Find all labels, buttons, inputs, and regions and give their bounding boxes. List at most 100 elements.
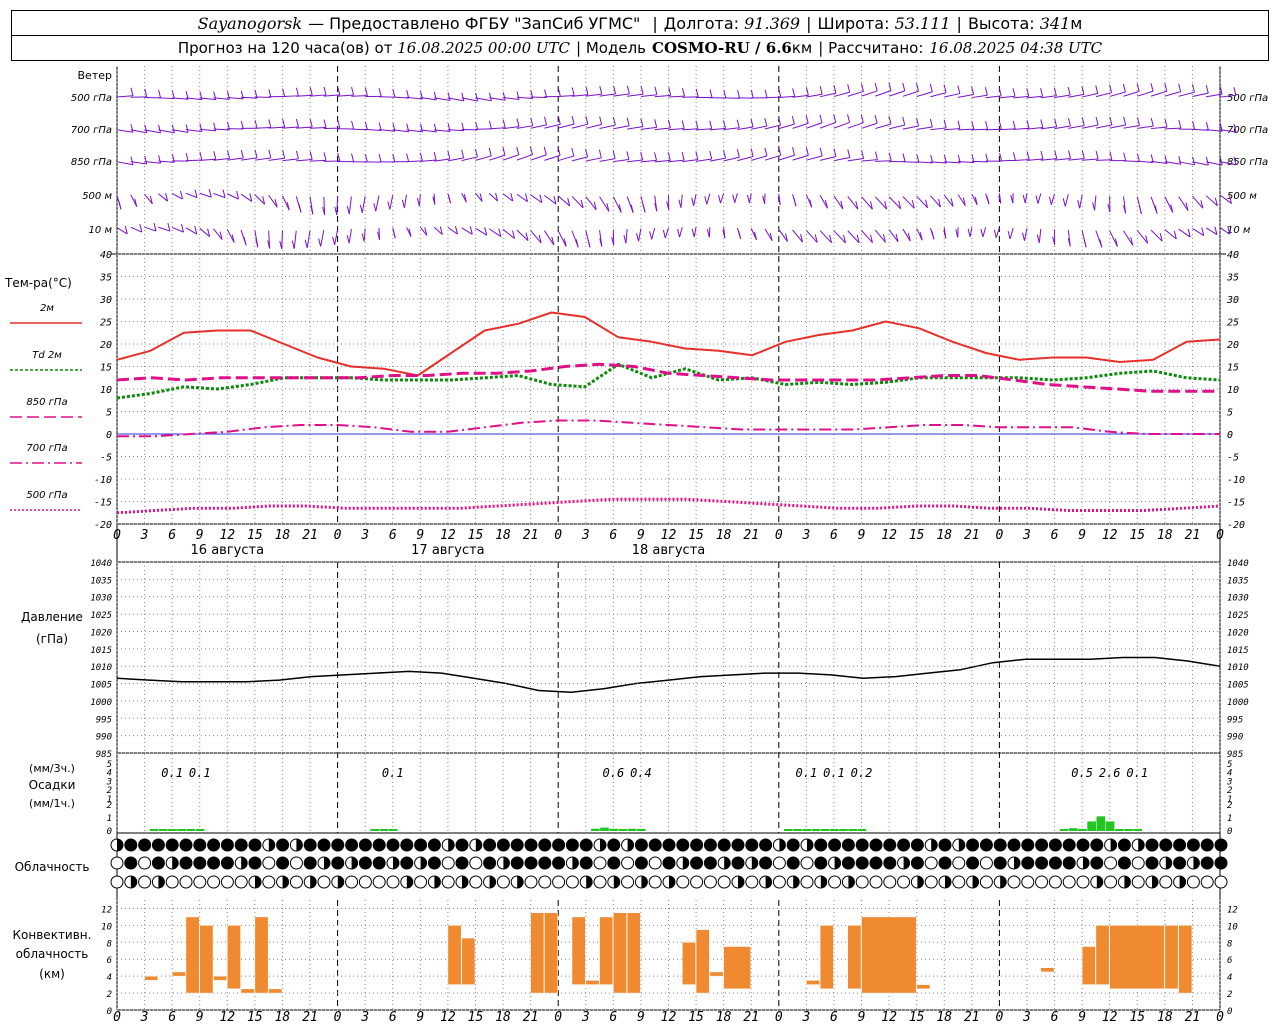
wind-barb-feather	[1026, 88, 1030, 97]
cloud-cover-icon	[814, 856, 828, 870]
hour-label-bottom: 0	[775, 1010, 783, 1024]
hour-label-bottom: 9	[416, 1010, 424, 1024]
wind-barb-feather	[819, 114, 823, 123]
cloud-cover-icon	[731, 838, 745, 852]
conv-cloud-bar	[240, 988, 255, 994]
wind-barb-feather	[530, 117, 534, 126]
cloud-cover-fill	[255, 876, 261, 888]
wind-title: Ветер	[78, 69, 112, 82]
wind-barb-shaft	[875, 160, 892, 162]
wind-barb-shaft	[706, 193, 711, 205]
wind-barb-feather	[738, 230, 742, 239]
cloud-cover-icon	[372, 856, 386, 870]
cloud-cover-icon	[1090, 838, 1104, 852]
cloud-cover-icon	[1021, 838, 1035, 852]
precip-tick-1h: 1	[107, 814, 112, 824]
temp-ytick-right: 40	[1227, 250, 1239, 261]
wind-barb-feather	[447, 92, 451, 101]
temp-title: Тем-ра(°C)	[4, 276, 72, 290]
hour-label-top: 12	[219, 528, 235, 543]
wind-barb-feather	[474, 148, 478, 157]
cloud-cover-icon	[938, 856, 952, 870]
wind-barb-feather	[847, 84, 851, 93]
precip-bar	[636, 829, 646, 831]
cloud-cover-icon	[151, 838, 165, 852]
wind-barb-shaft	[516, 154, 533, 161]
hour-label-top: 6	[168, 528, 176, 543]
wind-barb-feather	[662, 229, 666, 239]
hour-label-bottom: 12	[219, 1010, 235, 1024]
wind-barb-feather	[1205, 84, 1209, 94]
wind-barb-shaft	[1123, 90, 1140, 97]
wind-barb-shaft	[888, 124, 905, 130]
wind-level-label-right: 700 гПа	[1227, 125, 1268, 136]
hour-label-top: 15	[909, 528, 925, 543]
day-label: 17 августа	[411, 543, 485, 558]
wind-barb-feather	[295, 118, 299, 128]
wind-barb-feather	[681, 88, 685, 97]
wind-barb-shaft	[764, 96, 781, 99]
precip-bar	[177, 829, 187, 831]
pressure-ytick-left: 1035	[90, 576, 112, 586]
wind-barb-feather	[1178, 83, 1182, 92]
hour-label-bottom: 0	[995, 1010, 1003, 1024]
wind-barb-shaft	[833, 121, 850, 129]
precip-bar	[1059, 829, 1069, 831]
cloud-cover-fill	[600, 839, 606, 851]
wind-barb-shaft	[144, 226, 157, 232]
cloud-cover-fill	[268, 839, 275, 851]
cloud-cover-icon	[703, 838, 717, 852]
wind-barb-feather	[737, 90, 741, 99]
cloud-cover-fill	[751, 857, 758, 869]
wind-barb-shaft	[806, 122, 823, 129]
wind-barb-shaft	[489, 154, 506, 161]
wind-barb-shaft	[985, 95, 1002, 99]
wind-barb-feather	[1150, 118, 1154, 127]
wind-barb-feather	[475, 92, 479, 102]
cloud-cover-icon	[1173, 838, 1187, 852]
wind-barb-feather	[626, 117, 630, 126]
wind-barb-feather	[791, 116, 795, 125]
wind-barb-feather	[433, 151, 437, 161]
wind-barb-feather	[1007, 230, 1011, 240]
precip-bar	[627, 828, 637, 831]
cloud-cover-icon	[800, 875, 814, 889]
precip-bar	[848, 829, 858, 831]
wind-barb-feather	[158, 89, 162, 98]
conv-ytick-left: 6	[107, 956, 112, 966]
conv-cloud-bar	[1178, 925, 1193, 994]
hour-label-bottom: 0	[334, 1010, 342, 1024]
hour-label-bottom: 15	[247, 1010, 263, 1024]
pressure-ytick-right: 985	[1227, 750, 1243, 760]
cloud-cover-icon	[1117, 838, 1131, 852]
wind-barb-shaft	[158, 97, 175, 100]
wind-barb-shaft	[1164, 91, 1181, 97]
wind-barb-feather	[1123, 116, 1127, 126]
wind-barb-shaft	[971, 160, 988, 163]
cloud-cover-icon	[441, 856, 455, 870]
wind-level-label-right: 500 гПа	[1227, 93, 1268, 104]
wind-barb-feather	[746, 194, 750, 204]
cloud-cover-icon	[538, 838, 552, 852]
wind-barb-feather	[144, 124, 148, 133]
cloud-cover-icon	[1021, 875, 1035, 889]
temp-legend-label: 2м	[40, 303, 54, 314]
wind-barb-feather	[957, 120, 961, 129]
cloud-cover-icon	[552, 856, 566, 870]
wind-barb-feather	[516, 118, 520, 127]
precip-amount-label: 0.1	[823, 766, 845, 780]
wind-barb-feather	[130, 156, 134, 165]
cloud-cover-icon	[248, 838, 262, 852]
cloud-cover-icon	[1048, 875, 1062, 889]
cloud-cover-icon	[179, 838, 193, 852]
wind-barb-shaft	[599, 158, 616, 162]
conv-ytick-left: 2	[107, 990, 112, 1000]
cloud-cover-icon	[703, 875, 717, 889]
cloud-cover-icon	[345, 838, 359, 852]
precip-bar	[195, 829, 205, 831]
wind-barb-shaft	[557, 230, 567, 247]
cloud-cover-icon	[552, 875, 566, 889]
precip-bar	[1133, 829, 1142, 831]
pressure-ytick-right: 1015	[1227, 646, 1249, 656]
hour-label-top: 18	[716, 528, 732, 543]
